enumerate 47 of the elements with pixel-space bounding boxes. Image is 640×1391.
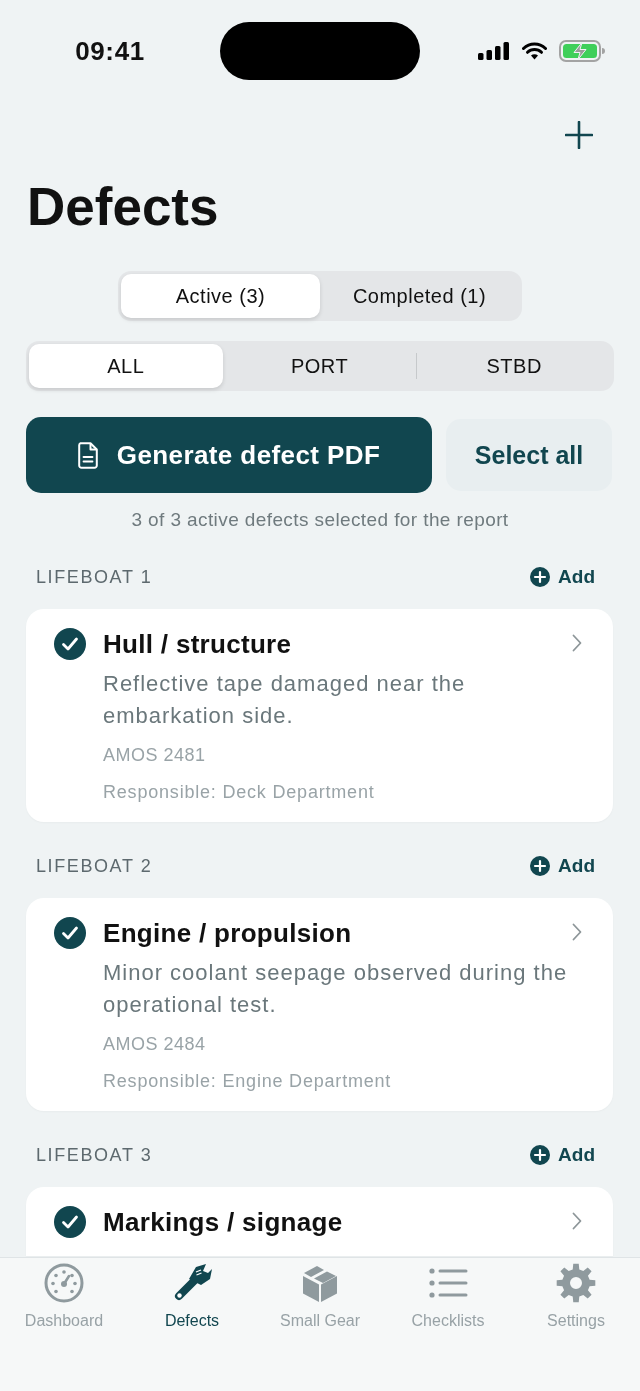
chevron-icon [572,1212,582,1230]
section-title: LIFEBOAT 1 [36,566,153,589]
chevron-icon [572,923,582,941]
checkmark-circle-icon[interactable] [54,628,86,660]
add-button[interactable]: Add [530,1144,595,1166]
wifi-icon [521,42,547,60]
select-all-button[interactable]: Select all [446,419,612,491]
defect-card[interactable]: Engine / propulsion Minor coolant seepage observed during the operational test. AMOS 2484 Responsible: Engine Department [26,898,613,1111]
responsible-label: Responsible: Deck Department [103,781,376,804]
plus-circle-icon [530,856,551,876]
add-button[interactable]: Add [530,855,595,877]
selection-summary: 3 of 3 active defects selected for the report [130,508,510,532]
side-filter-tab[interactable]: PORT [222,344,417,388]
amos-reference: AMOS 2484 [103,1033,207,1056]
wrench-icon [172,1263,212,1303]
status-tab[interactable]: Completed (1) [320,274,519,318]
plus-circle-icon [530,567,551,587]
defect-title: Markings / signage [103,1206,343,1238]
gauge-icon [44,1263,84,1303]
generate-pdf-button[interactable]: Generate defect PDF [26,417,432,493]
document-icon [77,441,98,469]
add-button[interactable]: Add [530,566,595,588]
defect-title: Hull / structure [103,628,292,660]
side-filter-tab[interactable]: ALL [29,344,223,388]
status-time: 09:41 [75,35,145,67]
plus-circle-icon [530,1145,551,1165]
defect-card[interactable]: Hull / structure Reflective tape damaged near the embarkation side. AMOS 2481 Responsible: Deck Department [26,609,613,822]
signal-icon [477,42,510,60]
responsible-label: Responsible: Engine Department [103,1070,393,1093]
amos-reference: AMOS 2481 [103,744,207,767]
side-filter-tab[interactable]: STBD [417,344,611,388]
plus-icon[interactable] [565,121,593,149]
section-title: LIFEBOAT 2 [36,855,153,878]
defect-title: Engine / propulsion [103,917,352,949]
checkmark-circle-icon[interactable] [54,1206,86,1238]
checkmark-circle-icon[interactable] [54,917,86,949]
chevron-icon [572,634,582,652]
defect-description: Reflective tape damaged near the embarkation side. [103,670,467,730]
tab-item[interactable]: Defects [128,1258,256,1331]
status-tab[interactable]: Active (3) [121,274,320,318]
section-title: LIFEBOAT 3 [36,1144,153,1167]
battery-icon [558,40,605,62]
gear-icon [556,1263,596,1303]
page-title: Defects [27,177,220,237]
box-icon [300,1263,340,1303]
defect-description: Minor coolant seepage observed during the operational test. [103,959,569,1019]
defect-card[interactable]: Markings / signage [26,1187,613,1256]
